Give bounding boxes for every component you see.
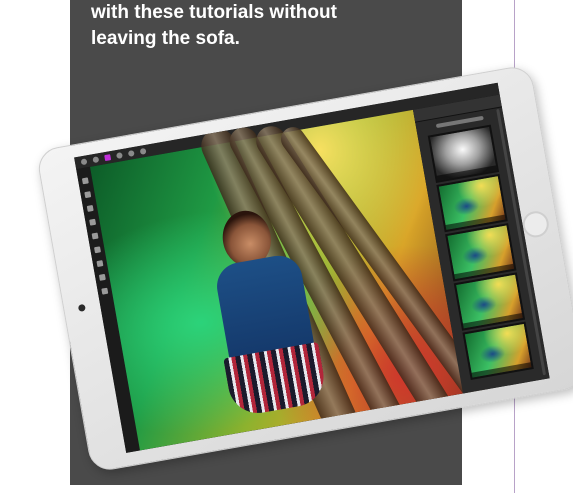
- preset-thumbnail[interactable]: [427, 124, 500, 183]
- front-camera: [77, 303, 86, 312]
- home-button[interactable]: [520, 209, 551, 240]
- thumbnail-label-bar: [471, 362, 532, 378]
- preset-thumbnail[interactable]: [445, 223, 517, 282]
- text-icon[interactable]: [96, 260, 104, 268]
- preset-thumbnail[interactable]: [453, 272, 526, 331]
- layers-icon[interactable]: [115, 152, 123, 160]
- clone-icon[interactable]: [94, 246, 101, 254]
- undo-icon[interactable]: [92, 156, 100, 164]
- crop-icon[interactable]: [84, 191, 92, 199]
- selection-icon[interactable]: [91, 232, 99, 240]
- shape-icon[interactable]: [98, 273, 106, 281]
- share-icon[interactable]: [139, 147, 147, 155]
- tablet-screen: [74, 82, 550, 453]
- preset-thumbnail[interactable]: [462, 321, 534, 380]
- brush-icon[interactable]: [86, 204, 94, 212]
- canvas-photo[interactable]: [89, 109, 496, 451]
- caption-text: with these tutorials without leaving the…: [91, 0, 411, 52]
- brand-icon[interactable]: [104, 154, 112, 162]
- move-icon[interactable]: [81, 177, 89, 185]
- adjustments-icon[interactable]: [127, 149, 135, 157]
- caption-line-1: with these tutorials without: [91, 2, 337, 23]
- menu-icon[interactable]: [80, 158, 88, 166]
- zoom-icon[interactable]: [101, 287, 109, 295]
- eraser-icon[interactable]: [89, 218, 97, 226]
- preset-thumbnail[interactable]: [436, 173, 508, 233]
- caption-line-2: leaving the sofa.: [91, 28, 240, 49]
